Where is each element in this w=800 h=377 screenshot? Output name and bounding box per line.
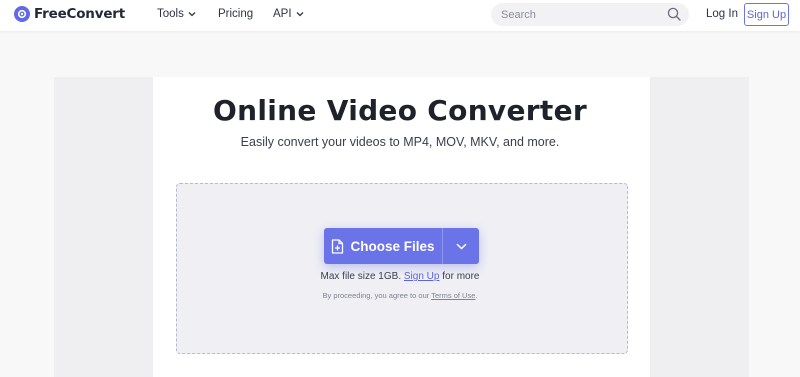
page-subtitle: Easily convert your videos to MP4, MOV, …: [240, 135, 560, 149]
max-file-size-note: Max file size 1GB. Sign Up for more: [0, 271, 800, 282]
brand-name: FreeConvert: [34, 6, 125, 22]
max-size-text: Max file size 1GB.: [320, 271, 402, 282]
choose-files-label: Choose Files: [350, 238, 435, 254]
search-icon[interactable]: [667, 7, 681, 21]
choose-files-button[interactable]: Choose Files: [324, 228, 442, 264]
nav-tools[interactable]: Tools: [157, 8, 196, 20]
nav-pricing[interactable]: Pricing: [218, 8, 253, 20]
signup-button[interactable]: Sign Up: [744, 3, 789, 26]
terms-text: By proceeding, you agree to our: [322, 291, 430, 300]
nav-api-label: API: [273, 8, 292, 20]
search-box: [491, 3, 689, 26]
terms-suffix: .: [475, 291, 478, 300]
top-navbar: FreeConvert Tools Pricing API Log In Sig…: [0, 0, 800, 31]
choose-source-dropdown[interactable]: [443, 228, 479, 264]
chevron-down-icon: [188, 12, 196, 17]
search-input[interactable]: [501, 8, 661, 21]
terms-note: By proceeding, you agree to our Terms of…: [0, 291, 800, 300]
nav-pricing-label: Pricing: [218, 8, 254, 20]
signup-link[interactable]: Sign Up: [404, 271, 440, 282]
chevron-down-icon: [455, 243, 467, 250]
file-add-icon: [332, 238, 344, 254]
brand-logo[interactable]: FreeConvert: [14, 6, 125, 22]
page-title: Online Video Converter: [213, 94, 587, 127]
nav-tools-label: Tools: [157, 8, 184, 20]
nav-api[interactable]: API: [273, 8, 304, 20]
terms-link[interactable]: Terms of Use: [431, 291, 475, 300]
choose-files-group: Choose Files: [324, 228, 479, 264]
logo-icon: [14, 6, 30, 22]
file-dropzone[interactable]: [176, 183, 628, 354]
max-size-suffix: for more: [442, 271, 480, 282]
login-link[interactable]: Log In: [706, 8, 738, 20]
chevron-down-icon: [296, 12, 304, 17]
